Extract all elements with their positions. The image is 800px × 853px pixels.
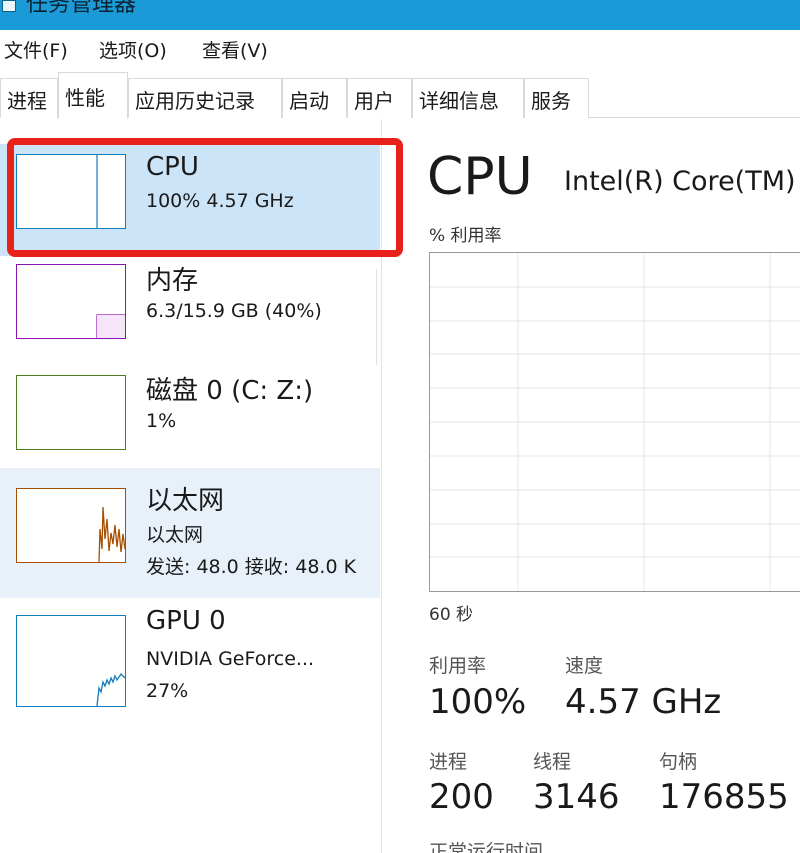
gpu-mini-graph-lines	[96, 672, 125, 706]
cpu-utilization-graph	[429, 252, 800, 592]
window-title: 任务管理器	[26, 0, 137, 17]
menu-file[interactable]: 文件(F)	[4, 36, 68, 63]
processes-label: 进程	[429, 751, 468, 773]
graph-time-label: 60 秒	[429, 605, 474, 625]
tab-performance[interactable]: 性能	[58, 72, 128, 119]
gpu-model: NVIDIA GeForce...	[146, 648, 315, 670]
menu-bar: 文件(F) 选项(O) 查看(V)	[0, 30, 800, 68]
cpu-graph-grid	[430, 253, 800, 591]
tab-users[interactable]: 用户	[347, 78, 412, 118]
tab-processes[interactable]: 进程	[0, 78, 58, 118]
memory-title: 内存	[146, 266, 199, 296]
sidebar-scrollbar[interactable]	[376, 269, 380, 365]
tab-bar: 进程 性能 应用历史记录 启动 用户 详细信息 服务	[0, 70, 800, 119]
gpu-usage: 27%	[146, 680, 189, 702]
tab-app-history[interactable]: 应用历史记录	[128, 78, 282, 118]
sidebar-item-gpu[interactable]: GPU 0 NVIDIA GeForce... 27%	[0, 598, 380, 728]
ethernet-title: 以太网	[146, 486, 225, 516]
gpu-mini-graph	[16, 615, 126, 707]
memory-summary: 6.3/15.9 GB (40%)	[146, 300, 322, 322]
disk-mini-graph	[16, 375, 126, 450]
ethernet-adapter: 以太网	[146, 524, 204, 546]
ethernet-throughput: 发送: 48.0 接收: 48.0 K	[146, 556, 357, 578]
menu-options[interactable]: 选项(O)	[99, 36, 167, 63]
disk-title: 磁盘 0 (C: Z:)	[146, 376, 314, 406]
detail-title: CPU	[427, 147, 533, 207]
cpu-detail-panel: CPU Intel(R) Core(TM) % 利用率 60 秒 利用率 100…	[383, 119, 800, 853]
speed-label: 速度	[565, 655, 604, 677]
tab-services[interactable]: 服务	[524, 78, 589, 118]
tab-startup[interactable]: 启动	[282, 78, 347, 118]
utilization-label: 利用率	[429, 655, 487, 677]
speed-value: 4.57 GHz	[565, 682, 722, 722]
threads-label: 线程	[533, 751, 572, 773]
gpu-title: GPU 0	[146, 606, 226, 636]
menu-view[interactable]: 查看(V)	[202, 36, 268, 63]
handles-label: 句柄	[659, 751, 698, 773]
cpu-model: Intel(R) Core(TM)	[564, 166, 796, 197]
disk-summary: 1%	[146, 410, 177, 432]
uptime-label: 正常运行时间	[429, 841, 544, 853]
sidebar-item-disk[interactable]: 磁盘 0 (C: Z:) 1%	[0, 368, 380, 468]
highlight-annotation	[7, 138, 403, 257]
tab-details[interactable]: 详细信息	[412, 78, 524, 118]
processes-value: 200	[429, 777, 494, 817]
ethernet-mini-graph-lines	[98, 506, 125, 562]
title-bar[interactable]: 任务管理器	[0, 0, 800, 30]
threads-value: 3146	[533, 777, 620, 817]
ethernet-mini-graph	[16, 488, 126, 563]
memory-mini-graph-fill	[96, 314, 125, 338]
sidebar-item-ethernet[interactable]: 以太网 以太网 发送: 48.0 接收: 48.0 K	[0, 468, 380, 598]
sidebar-item-memory[interactable]: 内存 6.3/15.9 GB (40%)	[0, 258, 380, 368]
handles-value: 176855	[659, 777, 789, 817]
task-manager-icon	[2, 0, 16, 12]
utilization-axis-label: % 利用率	[429, 226, 502, 246]
utilization-value: 100%	[429, 682, 527, 722]
memory-mini-graph	[16, 264, 126, 339]
